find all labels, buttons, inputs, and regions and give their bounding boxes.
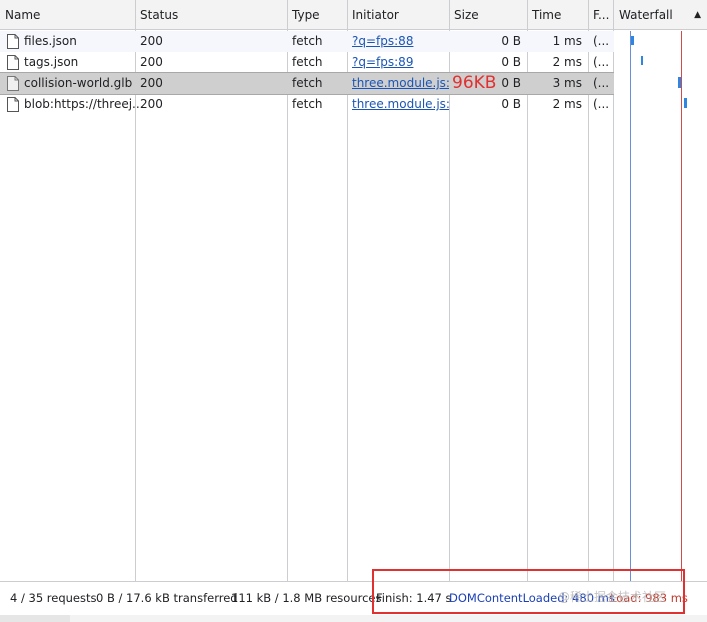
request-name[interactable]: tags.json	[24, 52, 78, 73]
request-name[interactable]: collision-world.glb	[24, 73, 132, 94]
resources-size: 111 kB / 1.8 MB resources	[231, 591, 382, 605]
request-time: 1 ms	[552, 34, 582, 48]
request-initiator-link[interactable]: ?q=fps:89	[347, 52, 449, 73]
request-status: 200	[140, 97, 163, 111]
request-time: 2 ms	[552, 97, 582, 111]
request-type: fetch	[292, 55, 323, 69]
waterfall-bar[interactable]	[678, 77, 681, 88]
horizontal-scrollbar[interactable]	[0, 615, 707, 622]
request-size: 0 B	[501, 34, 521, 48]
request-f: (...	[593, 34, 610, 48]
request-status: 200	[140, 34, 163, 48]
request-f: (...	[593, 55, 610, 69]
document-icon	[7, 55, 19, 70]
request-initiator-link[interactable]: ?q=fps:88	[347, 31, 449, 52]
size-annotation: 96KB	[452, 73, 497, 93]
request-name[interactable]: blob:https://threej...	[24, 94, 144, 115]
column-header-waterfall[interactable]: Waterfall	[614, 0, 707, 30]
waterfall-bar[interactable]	[631, 36, 634, 45]
table-row-selected[interactable]: collision-world.glb 200 fetch three.modu…	[0, 72, 614, 95]
load-marker	[681, 31, 682, 581]
request-name[interactable]: files.json	[24, 31, 77, 52]
initiator-link-text[interactable]: ?q=fps:88	[352, 34, 413, 48]
request-size: 0 B	[501, 55, 521, 69]
column-header-time[interactable]: Time	[527, 0, 588, 30]
request-type: fetch	[292, 97, 323, 111]
column-header-size[interactable]: Size	[449, 0, 527, 30]
document-icon	[7, 76, 19, 91]
column-header-f[interactable]: F...	[588, 0, 614, 30]
request-f: (...	[593, 76, 610, 90]
waterfall-bar[interactable]	[641, 56, 643, 65]
document-icon	[7, 34, 19, 49]
sort-ascending-icon[interactable]: ▲	[694, 0, 701, 30]
network-panel: Name Status Type Initiator Size Time F..…	[0, 0, 707, 622]
request-type: fetch	[292, 76, 323, 90]
request-status: 200	[140, 76, 163, 90]
table-row[interactable]: files.json 200 fetch ?q=fps:88 0 B 1 ms …	[0, 31, 614, 52]
initiator-link-text[interactable]: three.module.js:...	[352, 76, 449, 90]
table-row[interactable]: blob:https://threej... 200 fetch three.m…	[0, 94, 614, 115]
request-initiator-link[interactable]: three.module.js:...	[347, 73, 449, 94]
request-type: fetch	[292, 34, 323, 48]
scrollbar-thumb[interactable]	[0, 615, 70, 622]
waterfall-bar[interactable]	[684, 98, 687, 108]
column-header-status[interactable]: Status	[135, 0, 287, 30]
transferred-size: 0 B / 17.6 kB transferred	[96, 591, 238, 605]
request-size: 0 B	[501, 97, 521, 111]
requests-count: 4 / 35 requests	[10, 591, 97, 605]
watermark: @稀土掘金技术社区	[558, 590, 667, 604]
table-row[interactable]: tags.json 200 fetch ?q=fps:89 0 B 2 ms (…	[0, 52, 614, 73]
document-icon	[7, 97, 19, 112]
request-time: 2 ms	[552, 55, 582, 69]
column-header-name[interactable]: Name	[0, 0, 135, 30]
column-header-initiator[interactable]: Initiator	[347, 0, 449, 30]
request-initiator-link[interactable]: three.module.js:...	[347, 94, 449, 115]
initiator-link-text[interactable]: ?q=fps:89	[352, 55, 413, 69]
request-time: 3 ms	[552, 76, 582, 90]
initiator-link-text[interactable]: three.module.js:...	[352, 97, 449, 111]
column-header-type[interactable]: Type	[287, 0, 347, 30]
dom-content-loaded-marker	[630, 31, 631, 581]
request-f: (...	[593, 97, 610, 111]
waterfall-header-label: Waterfall	[619, 8, 673, 22]
table-header: Name Status Type Initiator Size Time F..…	[0, 0, 707, 30]
request-status: 200	[140, 55, 163, 69]
